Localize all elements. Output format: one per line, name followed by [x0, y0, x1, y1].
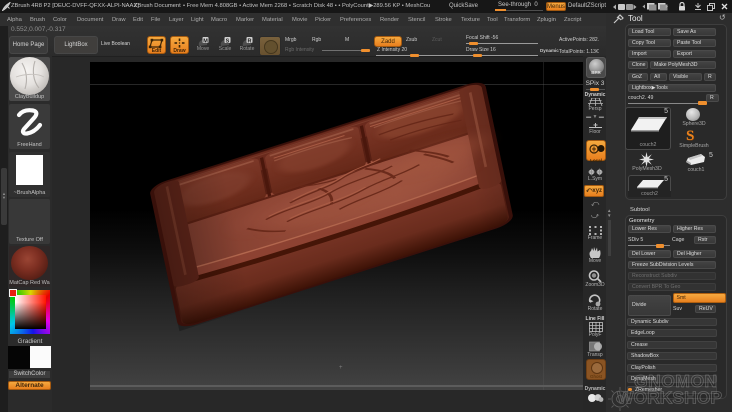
svg-text:M: M — [203, 38, 208, 44]
svg-text:WORKSHOP: WORKSHOP — [617, 388, 722, 408]
svg-text:S: S — [226, 38, 230, 44]
svg-text:R: R — [248, 38, 252, 44]
